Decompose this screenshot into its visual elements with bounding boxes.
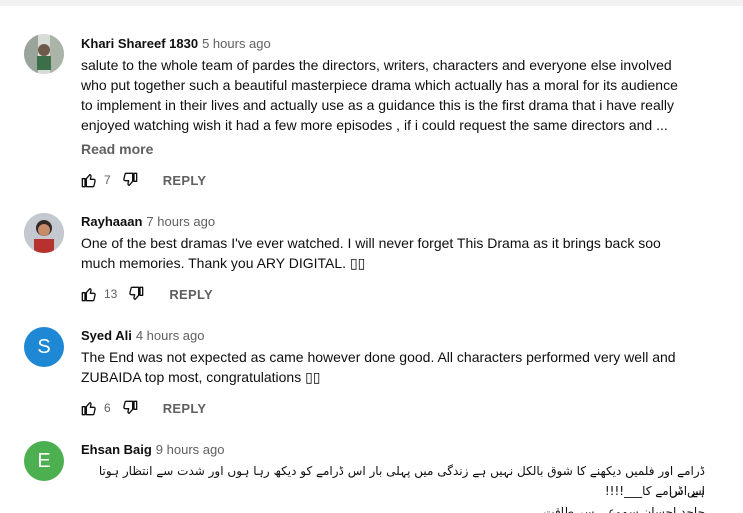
like-count: 13: [104, 287, 118, 301]
avatar[interactable]: S: [24, 327, 64, 367]
thumb-down-icon[interactable]: [121, 171, 139, 189]
comment-item: S Syed Ali 4 hours ago The End was not ex…: [0, 319, 743, 433]
thumb-up-icon[interactable]: [80, 399, 98, 417]
comment-item: E Ehsan Baig 9 hours ago ڈرامے اور فلمیں …: [0, 433, 743, 513]
comment-item: Khari Shareef 1830 5 hours ago salute to …: [0, 0, 743, 205]
comment-time[interactable]: 9 hours ago: [156, 442, 225, 457]
thumb-down-icon[interactable]: [121, 399, 139, 417]
thumb-up-icon[interactable]: [80, 285, 98, 303]
avatar-photo: [24, 213, 64, 253]
comment-author[interactable]: Khari Shareef 1830: [81, 36, 198, 51]
reply-button[interactable]: REPLY: [169, 287, 213, 302]
comment-text: One of the best dramas I've ever watched…: [81, 235, 661, 271]
read-more-button[interactable]: Read more: [81, 141, 153, 157]
comment-time[interactable]: 5 hours ago: [202, 36, 271, 51]
comment-text: salute to the whole team of pardes the d…: [81, 57, 678, 133]
comment-author[interactable]: Rayhaaan: [81, 214, 142, 229]
comment-time[interactable]: 4 hours ago: [136, 328, 205, 343]
reply-button[interactable]: REPLY: [163, 173, 207, 188]
like-count: 7: [104, 173, 111, 187]
comment-text-line: اس ڈرامے کا___!!!!: [604, 484, 705, 498]
avatar-photo: [24, 34, 64, 74]
avatar[interactable]: [24, 34, 64, 74]
comment-text-line: جاحد احسان سموعی سر طاقت: [543, 505, 705, 513]
comment-text: The End was not expected as came however…: [81, 349, 676, 385]
avatar[interactable]: [24, 213, 64, 253]
comment-time[interactable]: 7 hours ago: [146, 214, 215, 229]
comment-author[interactable]: Syed Ali: [81, 328, 132, 343]
thumb-down-icon[interactable]: [127, 285, 145, 303]
like-count: 6: [104, 401, 111, 415]
comment-author[interactable]: Ehsan Baig: [81, 442, 152, 457]
comment-item: Rayhaaan 7 hours ago One of the best dram…: [0, 205, 743, 319]
thumb-up-icon[interactable]: [80, 171, 98, 189]
avatar[interactable]: E: [24, 441, 64, 481]
reply-button[interactable]: REPLY: [163, 401, 207, 416]
